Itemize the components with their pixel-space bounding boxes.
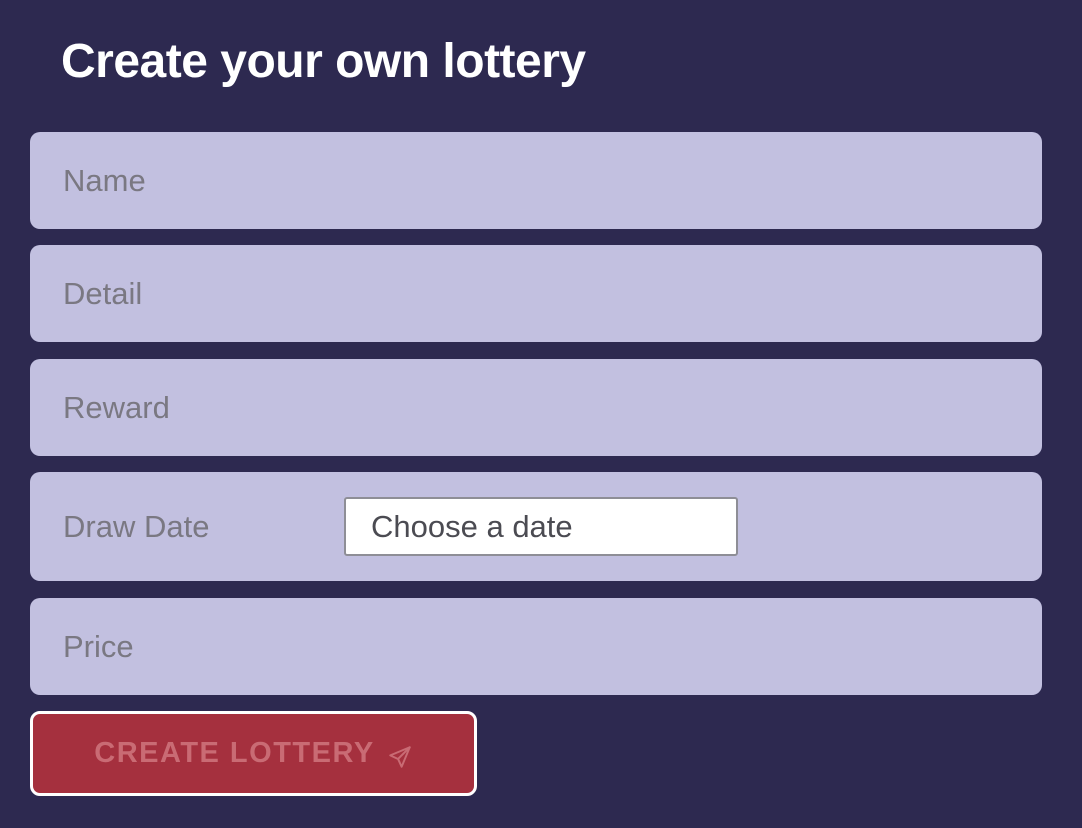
draw-date-field-container: Draw Date [30,472,1042,581]
create-lottery-label: CREATE LOTTERY [94,737,375,769]
draw-date-input[interactable] [344,497,738,556]
name-field-container [30,132,1042,229]
price-input[interactable] [30,598,1042,695]
draw-date-label: Draw Date [63,508,210,544]
reward-input[interactable] [30,359,1042,456]
detail-input[interactable] [30,245,1042,342]
reward-field-container [30,359,1042,456]
price-field-container [30,598,1042,695]
name-input[interactable] [30,132,1042,229]
send-icon [387,744,413,770]
create-lottery-button[interactable]: CREATE LOTTERY [30,711,477,796]
detail-field-container [30,245,1042,342]
page-title: Create your own lottery [61,35,586,88]
